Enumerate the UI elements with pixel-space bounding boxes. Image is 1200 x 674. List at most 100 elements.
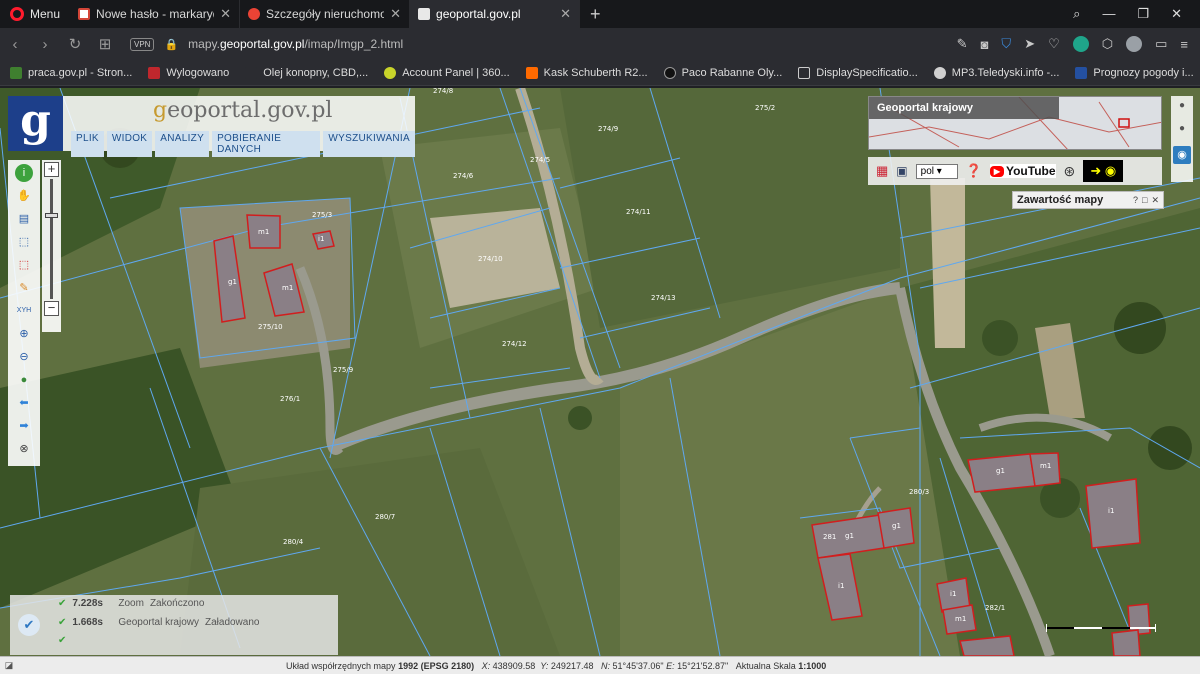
info-icon[interactable]: i	[15, 164, 33, 182]
compass-icon[interactable]: ⊗	[15, 440, 33, 458]
close-tab-icon[interactable]: ✕	[560, 6, 571, 22]
arrow-forward-icon[interactable]: ➡	[15, 417, 33, 435]
minimize-icon[interactable]: —	[1102, 6, 1115, 22]
tab-property-details[interactable]: Szczegóły nieruchomości - ✕	[240, 0, 411, 28]
url-path: /imap/Imgp_2.html	[304, 37, 404, 51]
dot-icon[interactable]: ●	[1179, 100, 1185, 111]
status-label: Geoportal krajowy	[118, 617, 199, 628]
building-label: g1	[845, 532, 854, 540]
help-icon[interactable]: ❓	[966, 163, 982, 179]
close-icon[interactable]: ✕	[1151, 192, 1159, 208]
plot-number-label: 275/9	[333, 366, 353, 374]
lock-icon[interactable]: 🔒	[164, 38, 178, 51]
plot-number-label: 275/10	[258, 323, 283, 331]
zoom-plus-button[interactable]: +	[44, 162, 59, 177]
forward-icon[interactable]: ›	[30, 36, 60, 53]
status-row: ✔	[58, 635, 66, 646]
pan-hand-icon[interactable]: ✋	[15, 187, 33, 205]
menu-item-plik[interactable]: PLIK	[71, 131, 104, 157]
cube-icon[interactable]: ⬡	[1102, 36, 1113, 52]
zoom-track[interactable]	[45, 179, 58, 299]
extension-icon[interactable]	[1072, 36, 1089, 52]
side-controls: ● ● ◉	[1171, 96, 1193, 182]
vpn-badge[interactable]: VPN	[130, 37, 155, 51]
bookmark-item[interactable]: DisplaySpecificatio...	[798, 66, 918, 79]
bookmark-item[interactable]: Wylogowano	[148, 66, 229, 79]
plot-number-label: 281	[823, 533, 836, 541]
bookmark-icon	[798, 66, 811, 79]
zoom-in-icon[interactable]: ⊕	[15, 325, 33, 343]
back-icon[interactable]: ‹	[0, 36, 30, 53]
speed-dial-icon[interactable]: ⊞	[90, 35, 120, 53]
youtube-link[interactable]: ▶ YouTube	[989, 164, 1056, 178]
heart-icon[interactable]: ♡	[1048, 36, 1060, 52]
select-rectangle-icon[interactable]: ⬚	[15, 233, 33, 251]
restore-icon[interactable]: ❐	[1137, 6, 1149, 22]
high-contrast-eye-icon[interactable]: ➜ ◉	[1083, 160, 1124, 182]
opera-logo-icon	[10, 7, 24, 21]
menu-icon[interactable]: ≡	[1180, 37, 1188, 52]
avatar[interactable]	[1126, 36, 1143, 52]
menu-item-widok[interactable]: WIDOK	[106, 131, 153, 157]
language-select[interactable]: pol ▾	[915, 163, 958, 179]
battery-icon[interactable]: ▭	[1155, 36, 1167, 52]
bookmark-item[interactable]: Account Panel | 360...	[384, 66, 510, 79]
bookmark-item[interactable]: praca.gov.pl - Stron...	[10, 66, 132, 79]
bookmark-item[interactable]: Prognozy pogody i...	[1075, 66, 1194, 79]
status-time: 7.228s	[72, 598, 103, 609]
map-content-panel[interactable]: Zawartość mapy ? □ ✕	[1012, 191, 1164, 209]
legend-icon[interactable]: ▤	[15, 210, 33, 228]
zoom-out-icon[interactable]: ⊖	[15, 348, 33, 366]
accessibility-icon[interactable]: ⊛	[1064, 163, 1076, 180]
geoportal-menu: PLIK WIDOK ANALIZY POBIERANIE DANYCH WYS…	[71, 131, 415, 157]
tab-title: Szczegóły nieruchomości -	[266, 7, 385, 21]
arrow-back-icon[interactable]: ⬅	[15, 394, 33, 412]
plot-number-label: 274/9	[598, 125, 618, 133]
bookmark-label: MP3.Teledyski.info -...	[951, 66, 1060, 79]
url-field[interactable]: mapy.geoportal.gov.pl/imap/Imgp_2.html	[188, 37, 957, 51]
grid-icon[interactable]: ▦	[876, 163, 888, 179]
help-icon[interactable]: ?	[1133, 192, 1138, 208]
bookmark-item[interactable]: Paco Rabanne Oly...	[663, 66, 782, 79]
status-state: Załadowano	[204, 617, 260, 628]
menu-item-wyszukiwania[interactable]: WYSZUKIWANIA	[323, 131, 415, 157]
maximize-icon[interactable]: □	[1142, 192, 1147, 208]
camera-icon[interactable]: ◙	[981, 37, 989, 52]
tab-geoportal[interactable]: geoportal.gov.pl ✕	[410, 0, 581, 28]
pencil-icon[interactable]: ✎	[15, 279, 33, 297]
eye-icon[interactable]: ◉	[1173, 146, 1191, 164]
bookmark-item[interactable]: Olej konopny, CBD,...	[245, 66, 368, 79]
zoom-minus-button[interactable]: −	[44, 301, 59, 316]
menu-item-analizy[interactable]: ANALIZY	[155, 131, 210, 157]
shield-icon[interactable]: ⛉	[1001, 36, 1011, 52]
new-tab-button[interactable]: +	[580, 4, 611, 25]
plot-number-label: 276/1	[280, 395, 300, 403]
close-tab-icon[interactable]: ✕	[220, 6, 231, 22]
send-icon[interactable]: ➤	[1024, 36, 1035, 52]
edit-icon[interactable]: ✎	[957, 36, 968, 52]
browser-menu-button[interactable]: Menu	[0, 0, 70, 28]
select-red-icon[interactable]: ⬚	[15, 256, 33, 274]
geoportal-logo[interactable]: g	[8, 96, 63, 151]
zoom-thumb[interactable]	[45, 213, 58, 218]
bookmark-item[interactable]: Kask Schuberth R2...	[525, 66, 648, 79]
overview-map[interactable]: Geoportal krajowy	[868, 96, 1162, 150]
building-label: g1	[892, 522, 901, 530]
menu-item-pobieranie-danych[interactable]: POBIERANIE DANYCH	[212, 131, 321, 157]
resize-icon[interactable]: ◪	[0, 660, 18, 671]
e-label: E:	[666, 660, 675, 671]
n-value: 51°45'37.06"	[612, 660, 664, 671]
bookmark-item[interactable]: MP3.Teledyski.info -...	[933, 66, 1060, 79]
status-row: ✔ 1.668s Geoportal krajowy Załadowano	[58, 617, 259, 628]
dot-icon[interactable]: ●	[1179, 123, 1185, 134]
crs-value: 1992 (EPSG 2180)	[398, 660, 475, 671]
bookmark-icon	[384, 66, 397, 79]
close-tab-icon[interactable]: ✕	[390, 6, 401, 22]
tab-gmail[interactable]: Nowe hasło - markaryq@g ✕	[70, 0, 241, 28]
search-icon[interactable]: ⌕	[1073, 6, 1080, 22]
globe-icon[interactable]: ●	[15, 371, 33, 389]
close-window-icon[interactable]: ✕	[1171, 6, 1182, 22]
xyh-coordinates-icon[interactable]: XYH	[15, 302, 33, 320]
wms-icon[interactable]: ▣	[896, 164, 907, 178]
reload-icon[interactable]: ↻	[60, 35, 90, 53]
